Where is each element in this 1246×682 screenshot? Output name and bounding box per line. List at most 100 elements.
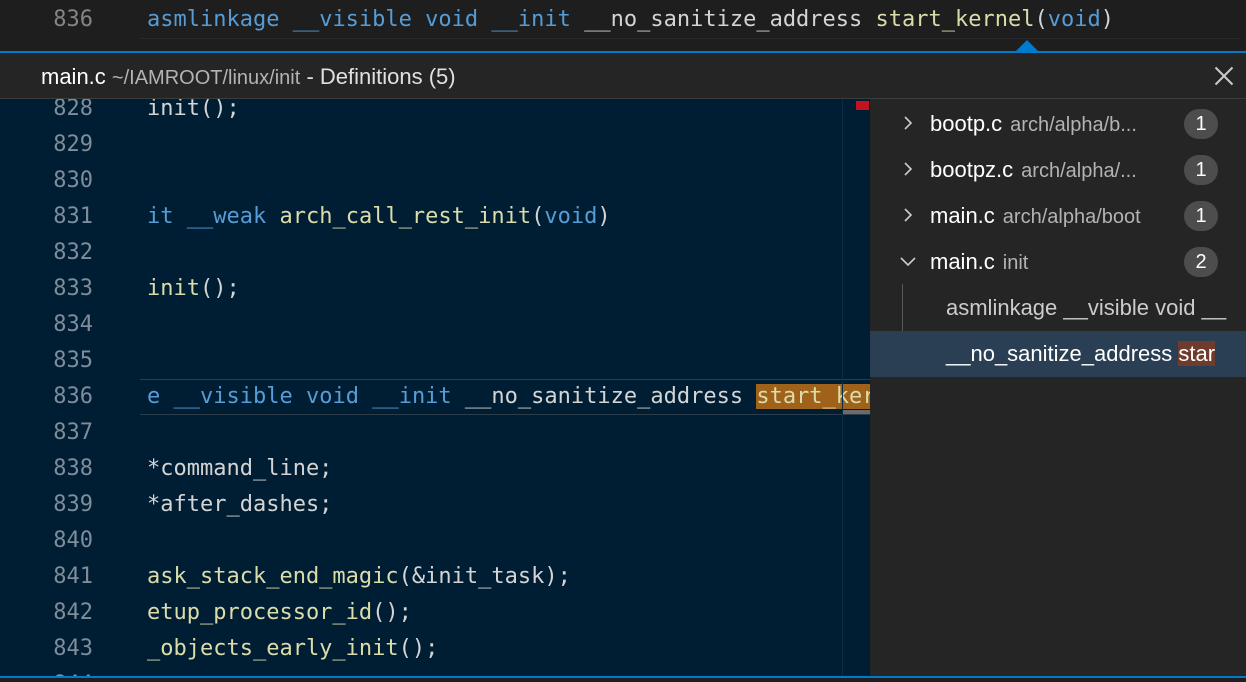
reference-file-item[interactable]: bootpz.c arch/alpha/... 1 bbox=[870, 147, 1246, 193]
reference-file-item[interactable]: main.c arch/alpha/boot 1 bbox=[870, 193, 1246, 239]
reference-file-dir: arch/alpha/boot bbox=[1002, 206, 1141, 228]
line-number: 835 bbox=[53, 348, 93, 373]
editor-top-line: 836 asmlinkage __visible void __init __n… bbox=[0, 0, 1246, 43]
code-token: it bbox=[147, 204, 187, 229]
code-token: void bbox=[1047, 7, 1101, 32]
code-token: __visible bbox=[292, 7, 412, 32]
line-number: 836 bbox=[53, 384, 93, 409]
reference-entry-label: __no_sanitize_address bbox=[946, 341, 1179, 366]
peek-header: main.c ~/IAMROOT/linux/init - Definition… bbox=[0, 53, 1246, 99]
code-token: __no_sanitize_address bbox=[451, 384, 757, 409]
line-number: 828 bbox=[53, 99, 93, 121]
reference-file-label: bootp.c bbox=[930, 111, 1003, 136]
reference-file-item[interactable]: main.c init 2 bbox=[870, 239, 1246, 285]
code-line-text: e __visible void __init __no_sanitize_ad… bbox=[147, 384, 870, 409]
code-line[interactable]: 828 init(); bbox=[0, 99, 870, 126]
code-token: (); bbox=[372, 600, 412, 625]
code-token: void bbox=[305, 384, 359, 409]
peek-definitions-count: - Definitions (5) bbox=[306, 64, 456, 89]
line-number: 843 bbox=[53, 636, 93, 661]
code-line[interactable]: 839 *after_dashes; bbox=[0, 486, 870, 522]
close-icon[interactable] bbox=[1211, 63, 1237, 89]
code-token: *after_dashes; bbox=[147, 492, 333, 517]
code-line[interactable]: 835 bbox=[0, 342, 870, 378]
code-line[interactable]: 832 bbox=[0, 234, 870, 270]
reference-count-badge: 1 bbox=[1184, 109, 1218, 139]
line-number: 834 bbox=[53, 312, 93, 337]
code-token: arch_call_rest_init bbox=[279, 204, 532, 229]
line-number: 839 bbox=[53, 492, 93, 517]
code-line-text: init(); bbox=[147, 276, 240, 301]
reference-entry-selected[interactable]: __no_sanitize_address star bbox=[870, 331, 1246, 377]
chevron-right-icon[interactable] bbox=[900, 115, 916, 131]
code-line[interactable]: 837 bbox=[0, 414, 870, 450]
code-token: asmlinkage bbox=[147, 7, 280, 32]
chevron-right-icon[interactable] bbox=[900, 161, 916, 177]
line-number: 842 bbox=[53, 600, 93, 625]
chevron-down-icon[interactable] bbox=[900, 253, 916, 269]
ruler-position-mark bbox=[843, 410, 870, 414]
reference-count-badge: 1 bbox=[1184, 201, 1218, 231]
code-token: *command_line; bbox=[147, 456, 333, 481]
code-line[interactable]: 830 bbox=[0, 162, 870, 198]
code-line[interactable]: 829 bbox=[0, 126, 870, 162]
reference-file-label: main.c bbox=[930, 203, 995, 228]
line-number: 832 bbox=[53, 240, 93, 265]
reference-entry-label: asmlinkage __visible void __ bbox=[946, 295, 1227, 320]
code-line[interactable]: 843 _objects_early_init(); bbox=[0, 630, 870, 666]
line-number: 831 bbox=[53, 204, 93, 229]
code-token: __init bbox=[372, 384, 452, 409]
code-token: __init bbox=[491, 7, 571, 32]
peek-file-name[interactable]: main.c bbox=[41, 64, 106, 89]
code-token: ) bbox=[1100, 7, 1114, 32]
code-token: init bbox=[147, 276, 200, 301]
reference-count-badge: 2 bbox=[1184, 247, 1218, 277]
reference-file-label: main.c bbox=[930, 249, 995, 274]
code-line[interactable]: 841 ask_stack_end_magic(&init_task); bbox=[0, 558, 870, 594]
peek-file-path: ~/IAMROOT/linux/init bbox=[111, 67, 301, 89]
line-number: 836 bbox=[53, 7, 93, 32]
line-number: 838 bbox=[53, 456, 93, 481]
code-token: void bbox=[425, 7, 479, 32]
ruler-error-mark bbox=[856, 101, 869, 110]
peek-editor[interactable]: 828 init(); 829 830 831 it __weak arch_call_r… bbox=[0, 99, 870, 676]
code-line[interactable]: 834 bbox=[0, 306, 870, 342]
editor-bottom-strip bbox=[0, 678, 1246, 682]
code-token: start_kernel bbox=[875, 7, 1035, 32]
reference-file-item[interactable]: bootp.c arch/alpha/b... 1 bbox=[870, 101, 1246, 147]
code-line-text: ask_stack_end_magic(&init_task); bbox=[147, 564, 571, 589]
code-token: (); bbox=[398, 636, 439, 661]
code-token: __no_sanitize_address bbox=[570, 7, 876, 32]
peek-title: main.c ~/IAMROOT/linux/init - Definition… bbox=[41, 64, 456, 90]
reference-file-name: main.c arch/alpha/boot bbox=[930, 203, 1141, 229]
code-token: void bbox=[544, 204, 598, 229]
line-number: 840 bbox=[53, 528, 93, 553]
line-number: 829 bbox=[53, 132, 93, 157]
code-line[interactable]: 844 bbox=[0, 666, 870, 676]
code-line[interactable]: 840 bbox=[0, 522, 870, 558]
code-line[interactable]: 838 *command_line; bbox=[0, 450, 870, 486]
code-line-text: etup_processor_id(); bbox=[147, 600, 412, 625]
line-number: 830 bbox=[53, 168, 93, 193]
overview-ruler[interactable] bbox=[842, 99, 870, 676]
code-line[interactable]: 831 it __weak arch_call_rest_init(void) bbox=[0, 198, 870, 234]
code-line-current[interactable]: 836 e __visible void __init __no_sanitize… bbox=[0, 378, 870, 415]
code-token: e bbox=[147, 384, 174, 409]
code-token: init(); bbox=[147, 99, 240, 121]
chevron-right-icon[interactable] bbox=[900, 207, 916, 223]
code-token: etup_processor_id bbox=[147, 600, 373, 625]
reference-file-dir: arch/alpha/... bbox=[1021, 160, 1137, 182]
code-token: (&init_task); bbox=[398, 564, 571, 589]
code-line-text[interactable]: asmlinkage __visible void __init __no_sa… bbox=[147, 7, 1114, 32]
code-line[interactable]: 833 init(); bbox=[0, 270, 870, 306]
reference-entry[interactable]: asmlinkage __visible void __ bbox=[870, 285, 1246, 331]
code-token: (); bbox=[199, 276, 240, 301]
code-line-text: *after_dashes; bbox=[147, 492, 332, 517]
code-token: ( bbox=[531, 204, 545, 229]
code-line[interactable]: 842 etup_processor_id(); bbox=[0, 594, 870, 630]
